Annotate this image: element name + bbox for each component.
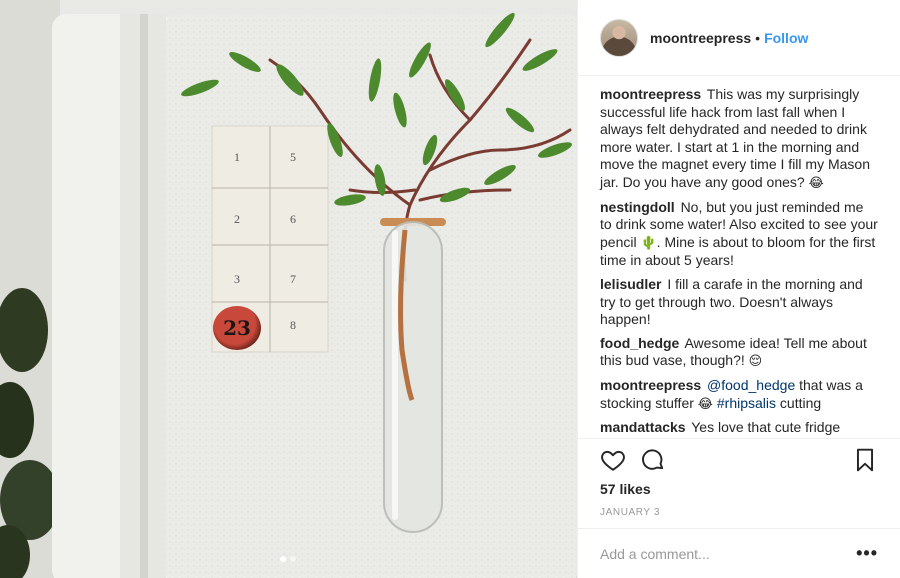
add-comment-input[interactable]	[600, 545, 857, 562]
bookmark-icon[interactable]	[852, 447, 878, 473]
comment-username[interactable]: nestingdoll	[600, 199, 675, 215]
comment-text: cutting	[779, 394, 822, 411]
comment-username[interactable]: lelisudler	[600, 276, 661, 292]
comment-icon[interactable]	[640, 447, 666, 473]
comment-item: moontreepress @food_hedge that was a sto…	[600, 377, 878, 413]
heart-icon[interactable]	[600, 447, 626, 473]
chart-number: 8	[290, 318, 296, 332]
carousel-dot[interactable]	[290, 556, 296, 562]
post-photo[interactable]: 1 5 2 6 3 7 8 23	[0, 0, 577, 578]
post-header: moontreepress • Follow	[578, 0, 900, 76]
cactus-emoji-icon: 🌵	[640, 235, 657, 251]
chart-number: 2	[234, 212, 240, 226]
comment-username[interactable]: food_hedge	[600, 335, 679, 351]
header-separator: •	[755, 29, 761, 46]
chart-number: 5	[290, 150, 296, 164]
likes-count[interactable]: 57 likes	[600, 481, 878, 497]
number-magnet: 23	[213, 306, 261, 350]
post-date: JANUARY 3	[600, 507, 661, 518]
carousel-dot-active[interactable]	[280, 556, 286, 562]
comment-username[interactable]: moontreepress	[600, 86, 701, 102]
chart-number: 7	[290, 272, 296, 286]
avatar[interactable]	[600, 18, 638, 57]
carousel-indicator[interactable]	[280, 556, 296, 562]
post-side-panel: moontreepress • Follow moontreepress Thi…	[577, 0, 900, 578]
chart-number: 3	[234, 272, 240, 286]
chart-number: 1	[234, 150, 240, 164]
chart-number: 6	[290, 212, 296, 226]
magnet-number: 23	[223, 316, 251, 340]
comment-hashtag-link[interactable]: #rhipsalis	[717, 395, 776, 411]
more-options-icon[interactable]: •••	[856, 543, 878, 564]
post-actions: 57 likes JANUARY 3	[578, 438, 900, 528]
comment-mention-link[interactable]: @food_hedge	[707, 377, 795, 393]
laughing-emoji-icon: 😂	[697, 396, 713, 412]
relieved-emoji-icon: 😌	[748, 354, 763, 370]
comment-item: mandattacks Yes love that cute fridge ma…	[600, 419, 878, 438]
comment-item: lelisudler I fill a carafe in the mornin…	[600, 276, 878, 329]
laughing-emoji-icon: 😂	[808, 175, 824, 191]
photo-illustration	[0, 0, 577, 578]
comment-username[interactable]: mandattacks	[600, 419, 686, 435]
comments-list[interactable]: moontreepress This was my surprisingly s…	[578, 76, 900, 438]
action-icons	[600, 439, 878, 481]
comment-item: nestingdoll No, but you just reminded me…	[600, 199, 878, 270]
comment-item: moontreepress This was my surprisingly s…	[600, 86, 878, 193]
comment-item: food_hedge Awesome idea! Tell me about t…	[600, 335, 878, 371]
follow-button[interactable]: Follow	[764, 30, 808, 46]
add-comment-bar: •••	[578, 528, 900, 578]
post-username[interactable]: moontreepress	[650, 30, 751, 46]
comment-username[interactable]: moontreepress	[600, 377, 701, 393]
